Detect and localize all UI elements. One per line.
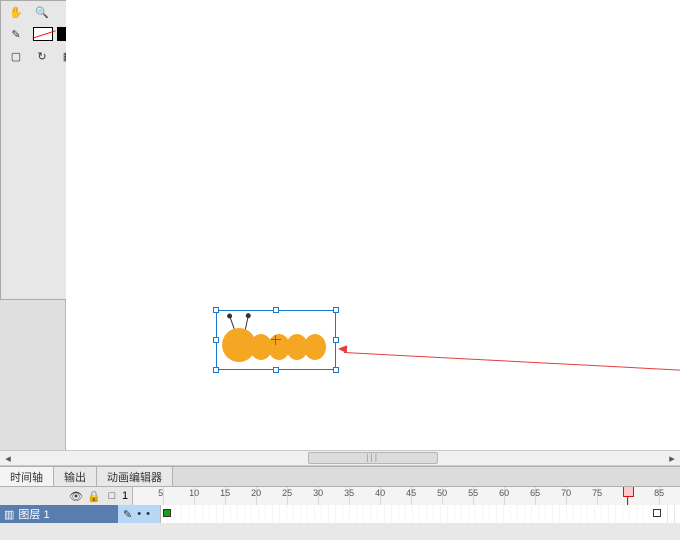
resize-handle[interactable] [333, 367, 339, 373]
layer-type-icon: ▥ [4, 508, 14, 521]
layer-name: 图层 1 [18, 506, 49, 522]
frame-strip [161, 505, 680, 523]
horizontal-scrollbar[interactable]: ◂ ▸ [0, 450, 680, 466]
pencil-tool-icon[interactable]: ✎ [7, 25, 25, 43]
page-icon[interactable]: ▢ [7, 47, 25, 65]
playhead-icon[interactable] [627, 487, 628, 505]
tab-timeline[interactable]: 时间轴 [0, 467, 54, 486]
bottom-panel: 时间轴输出动画编辑器 👁 🔒 □ 1 ▥ 图层 1 ✎ • • [0, 466, 680, 540]
motion-path-arrowhead-icon [338, 345, 347, 353]
timeline-header-row: 👁 🔒 □ 1 [0, 487, 680, 505]
tab-output[interactable]: 输出 [54, 467, 97, 486]
frame-one-label: 1 [118, 490, 132, 502]
resize-handle[interactable] [273, 367, 279, 373]
keyframe-end-hollow[interactable] [653, 509, 661, 517]
stroke-none-swatch[interactable] [33, 27, 53, 41]
visibility-column-icon[interactable]: 👁 [70, 490, 82, 503]
scroll-left-icon[interactable]: ◂ [0, 451, 16, 465]
selection-bbox[interactable] [216, 310, 336, 370]
layer-active-pencil-icon[interactable]: ✎ [123, 508, 132, 521]
frames-track[interactable] [160, 505, 680, 523]
layer-status-cells: ✎ • • [118, 508, 160, 521]
layer-label[interactable]: ▥ 图层 1 [0, 505, 118, 523]
resize-handle[interactable] [213, 307, 219, 313]
resize-handle[interactable] [333, 337, 339, 343]
lock-column-icon[interactable]: 🔒 [88, 490, 100, 503]
resize-handle[interactable] [333, 307, 339, 313]
registration-point-icon [271, 335, 281, 345]
left-gutter [0, 300, 66, 450]
resize-handle[interactable] [213, 337, 219, 343]
resize-handle[interactable] [213, 367, 219, 373]
layer-visible-dot[interactable]: • [137, 508, 141, 520]
frame-ruler[interactable] [132, 487, 680, 505]
resize-handle[interactable] [273, 307, 279, 313]
scroll-thumb[interactable] [308, 452, 438, 464]
tab-motion[interactable]: 动画编辑器 [97, 467, 173, 486]
scroll-track[interactable] [16, 451, 664, 465]
motion-path-arrow [344, 352, 680, 374]
layer-lock-dot[interactable]: • [146, 508, 150, 520]
panel-tabs: 时间轴输出动画编辑器 [0, 467, 680, 487]
keyframe-start[interactable] [163, 509, 171, 517]
zoom-tool-icon[interactable]: 🔍 [33, 3, 51, 21]
rotate-icon[interactable]: ↻ [33, 47, 51, 65]
hand-tool-icon[interactable]: ✋ [7, 3, 25, 21]
layer-row[interactable]: ▥ 图层 1 ✎ • • [0, 505, 680, 523]
empty-frames [661, 505, 680, 523]
scroll-right-icon[interactable]: ▸ [664, 451, 680, 465]
layer-column-icons: 👁 🔒 □ [0, 490, 118, 503]
frame-one-number: 1 [122, 490, 128, 502]
outline-column-icon[interactable]: □ [106, 490, 118, 502]
ruler-tick[interactable] [660, 487, 680, 505]
